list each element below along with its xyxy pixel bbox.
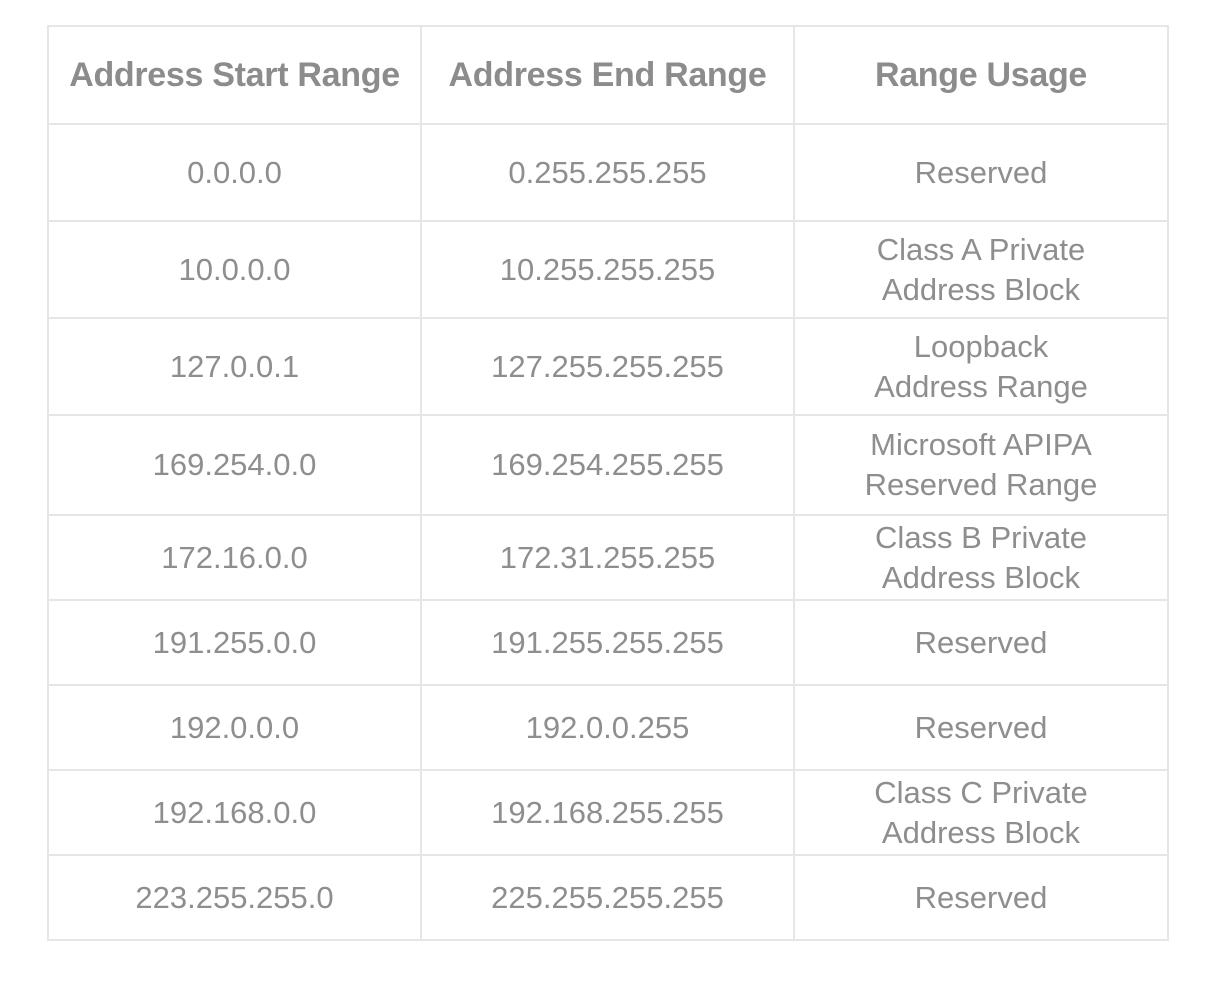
header-address-end-range: Address End Range: [420, 25, 795, 125]
header-address-start-range: Address Start Range: [47, 25, 422, 125]
range-usage-cell: Reserved: [793, 123, 1169, 222]
table-row: 191.255.0.0 191.255.255.255 Reserved: [47, 599, 1169, 686]
end-address-cell: 192.0.0.255: [420, 684, 795, 771]
end-address-cell: 169.254.255.255: [420, 414, 795, 516]
range-usage-text: Reserved: [914, 624, 1048, 660]
range-usage-text: Reserved: [914, 154, 1048, 190]
end-address-cell: 225.255.255.255: [420, 854, 795, 941]
start-address-cell: 192.0.0.0: [47, 684, 422, 771]
range-usage-text: Reserved: [914, 879, 1048, 915]
table-row: 0.0.0.0 0.255.255.255 Reserved: [47, 123, 1169, 222]
table-row: 192.168.0.0 192.168.255.255 Class C Priv…: [47, 769, 1169, 856]
start-address-cell: 192.168.0.0: [47, 769, 422, 856]
start-address-cell: 10.0.0.0: [47, 220, 422, 319]
start-address-cell: 127.0.0.1: [47, 317, 422, 416]
table-row: 127.0.0.1 127.255.255.255 Loopback Addre…: [47, 317, 1169, 416]
start-address-cell: 223.255.255.0: [47, 854, 422, 941]
table-header-row: Address Start Range Address End Range Ra…: [47, 25, 1169, 125]
range-usage-cell: Reserved: [793, 854, 1169, 941]
end-address-cell: 127.255.255.255: [420, 317, 795, 416]
header-range-usage: Range Usage: [793, 25, 1169, 125]
start-address-cell: 172.16.0.0: [47, 514, 422, 601]
table-row: 10.0.0.0 10.255.255.255 Class A Private …: [47, 220, 1169, 319]
range-usage-cell: Class C Private Address Block: [793, 769, 1169, 856]
range-usage-cell: Class B Private Address Block: [793, 514, 1169, 601]
start-address-cell: 169.254.0.0: [47, 414, 422, 516]
range-usage-cell: Reserved: [793, 684, 1169, 771]
end-address-cell: 172.31.255.255: [420, 514, 795, 601]
start-address-cell: 191.255.0.0: [47, 599, 422, 686]
range-usage-text: Class C Private Address Block: [874, 774, 1088, 850]
range-usage-cell: Reserved: [793, 599, 1169, 686]
end-address-cell: 192.168.255.255: [420, 769, 795, 856]
range-usage-cell: Class A Private Address Block: [793, 220, 1169, 319]
table-row: 223.255.255.0 225.255.255.255 Reserved: [47, 854, 1169, 941]
table-row: 172.16.0.0 172.31.255.255 Class B Privat…: [47, 514, 1169, 601]
range-usage-cell: Loopback Address Range: [793, 317, 1169, 416]
table-row: 169.254.0.0 169.254.255.255 Microsoft AP…: [47, 414, 1169, 516]
ip-address-ranges-table: Address Start Range Address End Range Ra…: [47, 25, 1169, 941]
end-address-cell: 10.255.255.255: [420, 220, 795, 319]
range-usage-text: Class B Private Address Block: [875, 519, 1087, 595]
range-usage-text: Microsoft APIPA Reserved Range: [864, 427, 1098, 502]
end-address-cell: 191.255.255.255: [420, 599, 795, 686]
range-usage-text: Loopback Address Range: [874, 328, 1088, 404]
range-usage-text: Class A Private Address Block: [876, 231, 1086, 307]
range-usage-cell: Microsoft APIPA Reserved Range: [793, 414, 1169, 516]
end-address-cell: 0.255.255.255: [420, 123, 795, 222]
start-address-cell: 0.0.0.0: [47, 123, 422, 222]
table-row: 192.0.0.0 192.0.0.255 Reserved: [47, 684, 1169, 771]
range-usage-text: Reserved: [914, 709, 1048, 745]
